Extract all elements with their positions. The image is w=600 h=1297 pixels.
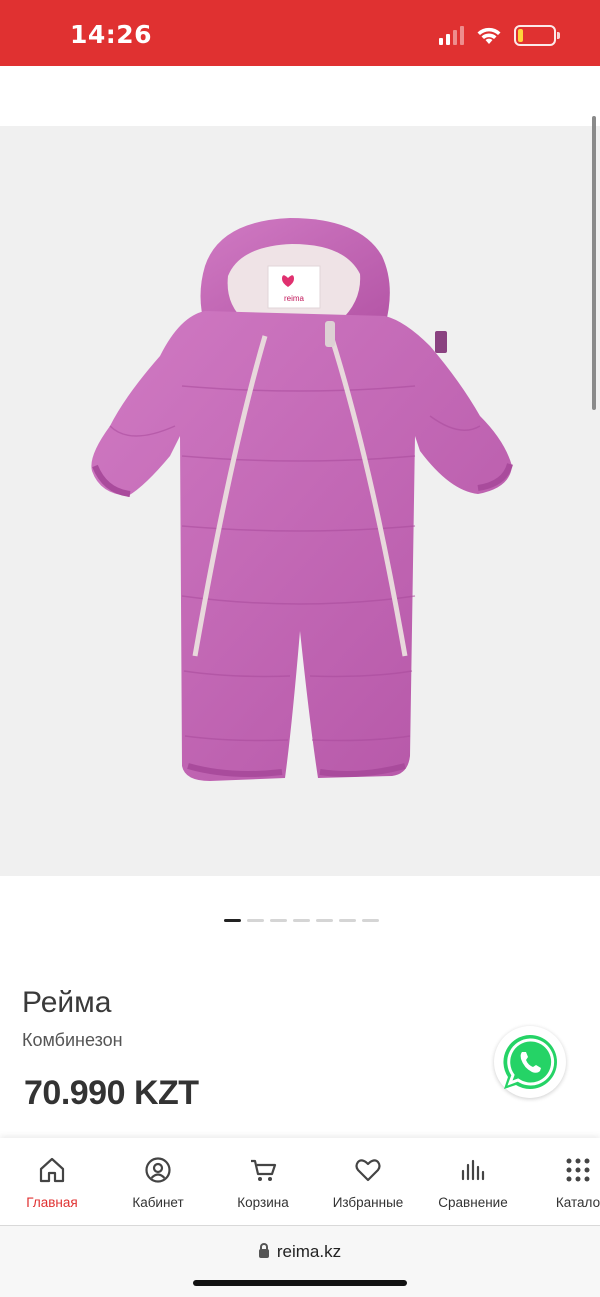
browser-url-bar[interactable]: reima.kz [0, 1226, 600, 1297]
lock-icon [258, 1243, 269, 1258]
url-text: reima.kz [276, 1242, 342, 1261]
tab-label: Катало [555, 1195, 600, 1210]
cart-icon [247, 1154, 279, 1186]
whatsapp-icon [503, 1035, 557, 1089]
tab-cart[interactable]: Корзина [208, 1138, 318, 1226]
product-image[interactable]: reima [0, 126, 600, 876]
carousel-dots[interactable] [224, 919, 379, 922]
scroll-indicator[interactable] [592, 116, 596, 410]
compare-chart-icon [457, 1154, 489, 1186]
carousel-dot[interactable] [362, 919, 379, 922]
tab-label: Сравнение [438, 1195, 508, 1210]
user-icon [142, 1154, 174, 1186]
tab-label: Главная [26, 1195, 78, 1210]
whatsapp-button[interactable] [494, 1026, 566, 1098]
signal-icon [439, 25, 464, 45]
product-name: Комбинезон [22, 1030, 123, 1050]
tab-label: Кабинет [132, 1195, 184, 1210]
tab-home[interactable]: Главная [0, 1138, 107, 1226]
catalog-grid-icon [562, 1154, 594, 1186]
bottom-tab-bar: Главная Кабинет Корзина Избранные Сравне… [0, 1138, 600, 1226]
carousel-dot[interactable] [247, 919, 264, 922]
tab-label: Избранные [332, 1195, 404, 1210]
status-bar: 14:26 [0, 0, 600, 66]
battery-low-icon [514, 24, 560, 46]
status-icons [439, 22, 560, 48]
wifi-icon [477, 27, 501, 44]
carousel-dot[interactable] [316, 919, 333, 922]
status-time: 14:26 [70, 20, 153, 49]
tab-catalog[interactable]: Катало [523, 1138, 600, 1226]
product-brand: Рейма [22, 986, 112, 1019]
svg-text:reima: reima [284, 294, 305, 303]
url-display[interactable]: reima.kz [0, 1242, 600, 1262]
carousel-dot[interactable] [224, 919, 241, 922]
heart-icon [352, 1154, 384, 1186]
carousel-dot[interactable] [339, 919, 356, 922]
product-price: 70.990 KZT [24, 1074, 199, 1112]
home-indicator[interactable] [193, 1280, 407, 1286]
tab-cabinet[interactable]: Кабинет [103, 1138, 213, 1226]
tab-favorites[interactable]: Избранные [313, 1138, 423, 1226]
carousel-dot[interactable] [293, 919, 310, 922]
snowsuit-illustration: reima [91, 218, 513, 781]
tab-compare[interactable]: Сравнение [418, 1138, 528, 1226]
home-icon [36, 1154, 68, 1186]
carousel-dot[interactable] [270, 919, 287, 922]
tab-label: Корзина [237, 1195, 289, 1210]
